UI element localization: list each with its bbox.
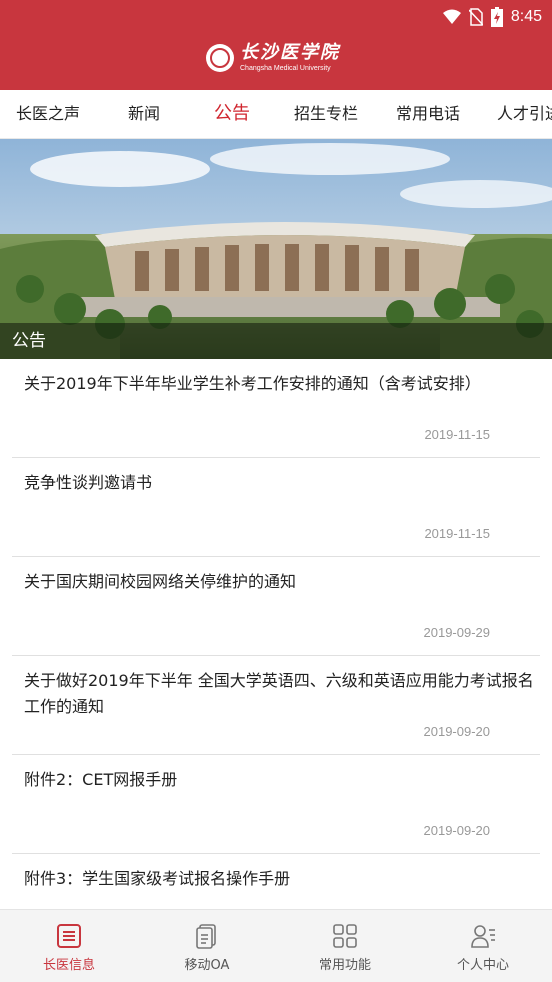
tab-changyi-voice[interactable]: 长医之声 [16,90,80,138]
notice-date: 2019-09-20 [423,823,491,838]
notice-title: 附件2：CET网报手册 [24,770,178,789]
category-tabs: 长医之声 新闻 公告 招生专栏 常用电话 人才引进 [0,90,552,139]
notice-title: 附件3：学生国家级考试报名操作手册 [24,869,291,888]
notice-date: 2019-11-15 [424,526,490,541]
nav-mobile-oa[interactable]: 移动OA [138,910,276,982]
tab-admissions[interactable]: 招生专栏 [294,90,358,138]
list-item[interactable]: 关于国庆期间校园网络关停维护的通知 2019-09-29 [12,557,540,656]
status-bar: 8:45 [442,6,542,28]
university-seal-icon [206,44,234,72]
nav-common-functions[interactable]: 常用功能 [276,910,414,982]
tab-phone-directory[interactable]: 常用电话 [396,90,460,138]
list-item[interactable]: 竞争性谈判邀请书 2019-11-15 [12,458,540,557]
banner-carousel[interactable]: 公告 [0,139,552,359]
notice-date: 2019-11-15 [424,427,490,442]
notice-list: 关于2019年下半年毕业学生补考工作安排的通知（含考试安排） 2019-11-1… [0,359,552,952]
no-sim-icon [468,8,483,26]
wifi-icon [442,9,461,24]
university-logo: 长沙医学院 Changsha Medical University [206,44,340,72]
news-list-icon [57,924,81,948]
list-item[interactable]: 关于2019年下半年毕业学生补考工作安排的通知（含考试安排） 2019-11-1… [12,359,540,458]
status-time: 8:45 [510,8,542,25]
tab-news[interactable]: 新闻 [128,90,160,138]
nav-label: 个人中心 [456,958,509,973]
banner-caption: 公告 [0,323,552,359]
document-icon [196,924,216,949]
notice-date: 2019-09-29 [423,625,491,640]
nav-label: 长医信息 [42,958,95,973]
notice-title: 竞争性谈判邀请书 [24,473,153,492]
tab-announcements[interactable]: 公告 [214,90,250,138]
nav-label: 移动OA [184,958,230,973]
user-icon [471,925,495,948]
nav-changyi-info[interactable]: 长医信息 [0,910,138,982]
notice-date: 2019-09-20 [423,724,491,739]
bottom-navigation: 长医信息 移动OA 常用功能 个人中心 [0,909,552,982]
notice-title: 关于2019年下半年毕业学生补考工作安排的通知（含考试安排） [24,374,481,393]
tab-talent-recruitment[interactable]: 人才引进 [497,90,552,138]
notice-title: 关于做好2019年下半年 全国大学英语四、六级和英语应用能力考试报名工作的通知 [24,671,534,716]
list-item[interactable]: 关于做好2019年下半年 全国大学英语四、六级和英语应用能力考试报名工作的通知 … [12,656,540,755]
logo-english-name: Changsha Medical University [240,65,331,72]
logo-chinese-name: 长沙医学院 [240,42,340,63]
nav-label: 常用功能 [318,958,371,973]
notice-title: 关于国庆期间校园网络关停维护的通知 [24,572,297,591]
app-header: 8:45 长沙医学院 Changsha Medical University [0,0,552,90]
battery-charging-icon [490,7,503,27]
nav-personal-center[interactable]: 个人中心 [414,910,552,982]
list-item[interactable]: 附件2：CET网报手册 2019-09-20 [12,755,540,854]
grid-icon [333,924,357,948]
